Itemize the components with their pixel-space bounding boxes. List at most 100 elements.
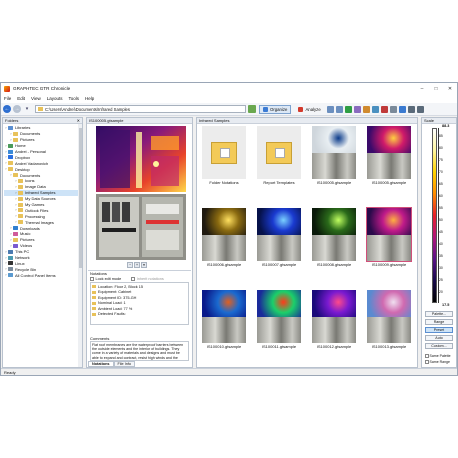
menu-help[interactable]: Help: [85, 96, 94, 101]
checkbox[interactable]: [425, 354, 429, 358]
rotate-left-icon[interactable]: [326, 105, 334, 113]
tab-file-info[interactable]: File Info: [113, 361, 136, 367]
scale-preset-button[interactable]: Preset: [425, 327, 453, 333]
folder-tree-item[interactable]: › All Control Panel Items: [4, 272, 81, 278]
minimize-button[interactable]: –: [415, 83, 429, 94]
thumbnail-item[interactable]: IS100013.gtsample: [365, 290, 413, 350]
thermal-thumbnail-image: [366, 207, 412, 262]
scale-custom-button[interactable]: Custom...: [425, 343, 453, 349]
preview-visual-image[interactable]: [96, 194, 186, 260]
folder-tree-label: Music: [20, 231, 31, 237]
report-icon[interactable]: [353, 105, 361, 113]
go-button[interactable]: [248, 105, 256, 113]
scale-palette-button[interactable]: Palette...: [425, 311, 453, 317]
inherit-notations-option[interactable]: Inherit notations: [131, 277, 164, 281]
thumbnail-folder[interactable]: Report Templates: [255, 126, 303, 186]
thumbnail-item[interactable]: IS100006.gtsample: [200, 208, 248, 268]
thermal-thumbnail-image: [257, 290, 301, 343]
export-icon[interactable]: [362, 105, 370, 113]
analyze-button[interactable]: Analyze: [294, 105, 324, 114]
folder-icon: [13, 173, 18, 178]
rotate-right-icon[interactable]: [335, 105, 343, 113]
thumbnail-item[interactable]: IS100010.gtsample: [200, 290, 248, 350]
status-bar: Ready: [1, 368, 457, 375]
dropbox-icon: [8, 155, 13, 160]
thermal-thumbnail-image: [367, 290, 411, 343]
checkbox[interactable]: [425, 360, 429, 364]
folder-icon: [13, 237, 18, 242]
thumbnail-folder[interactable]: Folder Notations: [200, 126, 248, 186]
folders-scrollbar[interactable]: [78, 124, 82, 367]
thumbnail-header: Infrared Samples: [197, 118, 417, 124]
notations-panel: Notations Lock edit mode Inherit notatio…: [88, 270, 191, 334]
color-palette-bar[interactable]: [432, 128, 437, 303]
address-field[interactable]: C:\Users\Andrei\Documents\Infrared Sampl…: [35, 105, 246, 113]
delete-icon[interactable]: [380, 105, 388, 113]
zoom-out-icon[interactable]: −: [127, 262, 133, 268]
settings-icon[interactable]: [389, 105, 397, 113]
menu-edit[interactable]: Edit: [17, 96, 25, 101]
zoom-in-icon[interactable]: +: [134, 262, 140, 268]
menu-view[interactable]: View: [31, 96, 41, 101]
pane-close-icon[interactable]: ✕: [77, 118, 80, 123]
folder-tree-label: Documents: [20, 131, 41, 137]
scale-auto-button[interactable]: Auto: [425, 335, 453, 341]
scale-option[interactable]: Same Range: [425, 360, 450, 364]
thumbnail-item[interactable]: IS100005.gtsample: [310, 126, 358, 186]
folder-tree-label: Downloads: [20, 225, 40, 231]
comments-text[interactable]: Flat roof membranes are the waterproof b…: [90, 341, 189, 361]
title-bar: GRAPHTEC GTR Chronicle – □ ✕: [1, 83, 457, 94]
cloud-icon: [8, 149, 13, 154]
thumbnail-item[interactable]: IS100008.gtsample: [310, 208, 358, 268]
maximize-button[interactable]: □: [429, 83, 443, 94]
menu-file[interactable]: File: [4, 96, 11, 101]
thumbnail-label: IS100011.gtsample: [261, 344, 297, 349]
dropdown-icon[interactable]: ▾: [141, 262, 147, 268]
folder-tree: › Libraries › Documents › Pictures › Home › Andre…: [3, 124, 82, 279]
organize-button[interactable]: Organize: [259, 104, 292, 114]
thumbnail-item[interactable]: IS100009.gtsample: [365, 207, 413, 268]
forward-button[interactable]: →: [13, 105, 21, 113]
recycle-bin-icon: [8, 267, 13, 272]
scale-range-button[interactable]: Range: [425, 319, 453, 325]
thumbnail-item[interactable]: IS100011.gtsample: [255, 290, 303, 350]
folder-icon: [18, 184, 23, 189]
notation-item[interactable]: Detected Faults:: [92, 312, 187, 318]
up-folder-icon[interactable]: ▾: [23, 105, 31, 113]
folder-icon: [13, 137, 18, 142]
thumbnail-item[interactable]: IS100005.gtsample: [365, 126, 413, 186]
scale-tick-label: 25: [439, 278, 443, 282]
folder-icon: [18, 190, 23, 195]
thumbnail-item[interactable]: IS100007.gtsample: [255, 208, 303, 268]
address-toolbar: ← → ▾ C:\Users\Andrei\Documents\Infrared…: [1, 103, 457, 116]
print-icon[interactable]: [371, 105, 379, 113]
scale-tick-label: 45: [439, 230, 443, 234]
folder-tree-label: Recycle Bin: [15, 266, 37, 272]
help-icon[interactable]: [398, 105, 406, 113]
scale-min-value: 17.5: [442, 303, 450, 307]
inherit-checkbox[interactable]: [131, 277, 135, 281]
layout-grid-icon[interactable]: [407, 105, 415, 113]
tab-notations[interactable]: Notations: [88, 361, 114, 367]
scale-option[interactable]: Same Palette: [425, 354, 451, 358]
back-button[interactable]: ←: [3, 105, 11, 113]
menu-tools[interactable]: Tools: [68, 96, 79, 101]
close-button[interactable]: ✕: [443, 83, 457, 94]
organize-label: Organize: [270, 106, 288, 112]
window-title: GRAPHTEC GTR Chronicle: [13, 86, 71, 91]
notations-list: Location: Floor 2, Block 15 Equipment: Ca…: [90, 282, 189, 325]
scale-tick-label: 20: [439, 290, 443, 294]
thumbnail-label: IS100008.gtsample: [316, 262, 352, 267]
thumbnail-item[interactable]: IS100012.gtsample: [310, 290, 358, 350]
layout-list-icon[interactable]: [416, 105, 424, 113]
preview-thermal-image[interactable]: [96, 126, 186, 192]
scale-title: Scale: [424, 118, 435, 123]
menu-layouts[interactable]: Layouts: [47, 96, 63, 101]
thermal-thumbnail-image: [257, 208, 301, 261]
notation-label: Equipment: Cabinet: [98, 290, 132, 295]
refresh-icon[interactable]: [344, 105, 352, 113]
lock-edit-checkbox[interactable]: [90, 277, 94, 281]
notation-folder-icon: [92, 285, 96, 289]
address-path: C:\Users\Andrei\Documents\Infrared Sampl…: [45, 106, 130, 112]
folder-icon: [18, 178, 23, 183]
